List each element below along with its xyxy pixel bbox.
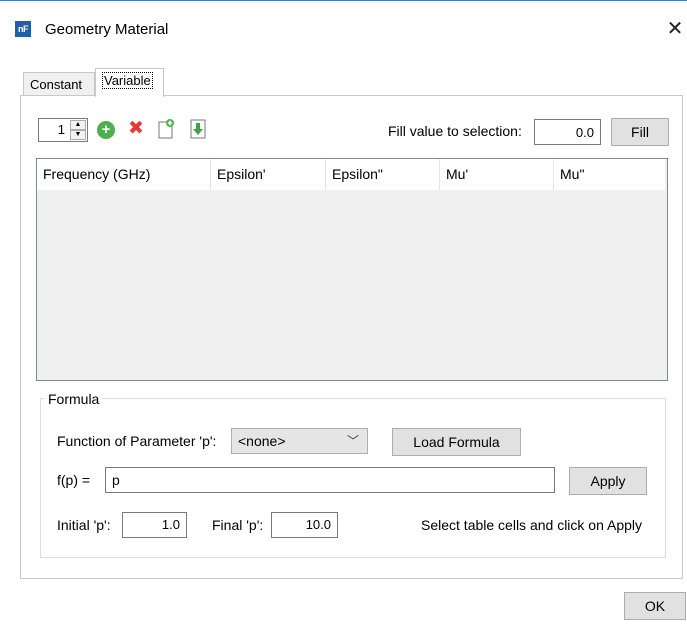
delete-row-icon[interactable]: ✖	[127, 119, 145, 138]
column-header-mu-imag[interactable]: Mu"	[554, 159, 665, 190]
fp-input[interactable]: p	[105, 467, 555, 493]
initial-p-input[interactable]: 1.0	[122, 512, 187, 538]
final-p-input[interactable]: 10.0	[271, 512, 338, 538]
formula-group-title: Formula	[45, 391, 103, 407]
column-header-mu-real[interactable]: Mu'	[440, 159, 554, 190]
tab-constant[interactable]: Constant	[23, 72, 95, 97]
load-formula-button[interactable]: Load Formula	[392, 428, 521, 456]
app-icon: nF	[15, 21, 31, 37]
final-p-label: Final 'p':	[212, 517, 264, 533]
import-icon[interactable]	[190, 119, 206, 139]
material-table[interactable]: Frequency (GHz) Epsilon' Epsilon" Mu' Mu…	[36, 158, 668, 381]
column-header-epsilon-imag[interactable]: Epsilon"	[326, 159, 440, 190]
chevron-down-icon: ﹀	[346, 434, 359, 448]
row-count-spinner[interactable]: 1 ▲ ▼	[38, 118, 88, 142]
column-header-epsilon-real[interactable]: Epsilon'	[211, 159, 326, 190]
function-select-value: <none>	[238, 433, 286, 449]
new-document-icon[interactable]	[158, 119, 174, 139]
column-header-frequency[interactable]: Frequency (GHz)	[37, 159, 211, 190]
initial-p-label: Initial 'p':	[57, 517, 111, 533]
fill-value-input[interactable]	[534, 119, 601, 145]
tab-variable[interactable]: Variable	[95, 68, 164, 97]
apply-button[interactable]: Apply	[569, 467, 647, 495]
close-button[interactable]: ✕	[664, 18, 686, 40]
function-parameter-label: Function of Parameter 'p':	[57, 433, 217, 449]
function-select[interactable]: <none> ﹀	[231, 428, 368, 454]
window-title: Geometry Material	[45, 21, 169, 38]
tab-variable-label: Variable	[102, 72, 153, 89]
fp-label: f(p) =	[57, 472, 91, 488]
fill-value-label: Fill value to selection:	[388, 123, 522, 139]
spin-up-arrow-icon[interactable]: ▲	[70, 120, 86, 130]
apply-hint-text: Select table cells and click on Apply	[421, 517, 643, 533]
add-row-icon[interactable]: +	[97, 121, 115, 139]
spin-down-arrow-icon[interactable]: ▼	[70, 130, 86, 140]
ok-button[interactable]: OK	[624, 592, 686, 620]
row-count-value: 1	[57, 122, 65, 137]
fill-button[interactable]: Fill	[611, 118, 669, 146]
table-header: Frequency (GHz) Epsilon' Epsilon" Mu' Mu…	[37, 159, 665, 190]
